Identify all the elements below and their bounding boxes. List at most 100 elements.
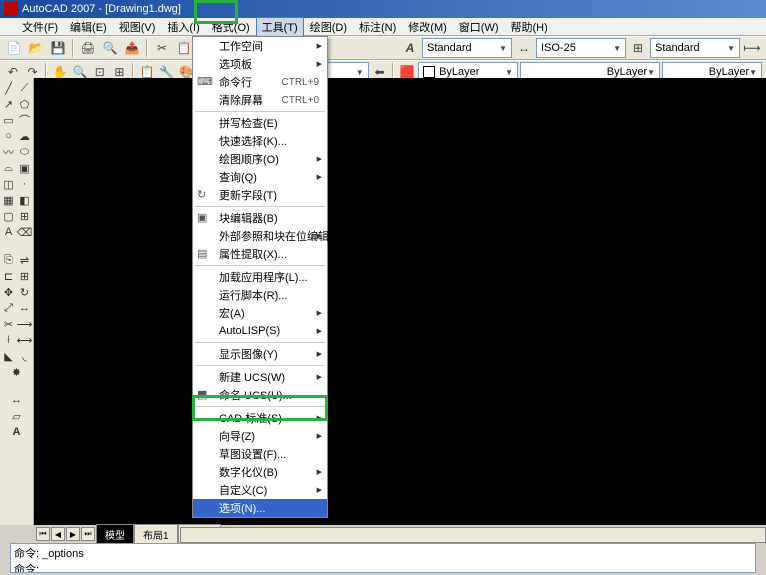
menu-spellcheck[interactable]: 拼写检查(E) xyxy=(193,114,327,132)
rotate-icon[interactable]: ↻ xyxy=(17,284,33,300)
area-icon[interactable]: ▱ xyxy=(9,408,25,424)
menu-bar[interactable]: 文件(F) 编辑(E) 视图(V) 插入(I) 格式(O) 工具(T) 绘图(D… xyxy=(0,18,766,36)
scale-icon[interactable]: ⤢ xyxy=(1,300,17,316)
menu-updatefields[interactable]: ↻更新字段(T) xyxy=(193,186,327,204)
horizontal-scrollbar[interactable] xyxy=(180,527,766,543)
preview-icon[interactable]: 🔍 xyxy=(100,38,120,58)
menu-newucs[interactable]: 新建 UCS(W) xyxy=(193,368,327,386)
menu-tools[interactable]: 工具(T) xyxy=(256,17,304,37)
circle-icon[interactable]: ○ xyxy=(1,128,17,144)
open-icon[interactable]: 📂 xyxy=(26,38,46,58)
menu-options[interactable]: 选项(N)... xyxy=(193,499,327,517)
menu-insert[interactable]: 插入(I) xyxy=(161,17,205,37)
erase-icon[interactable]: ⌫ xyxy=(17,224,33,240)
dim-style-icon[interactable]: ↔ xyxy=(514,38,534,58)
command-line[interactable]: 命令: _options 命令: xyxy=(10,543,756,573)
menu-attrextract[interactable]: ▤属性提取(X)... xyxy=(193,245,327,263)
dist-icon[interactable]: ↔ xyxy=(9,392,25,408)
mirror-tool-icon[interactable]: ⇌ xyxy=(17,252,33,268)
copy-icon[interactable]: 📋 xyxy=(174,38,194,58)
fillet-icon[interactable]: ◟ xyxy=(17,348,33,364)
move-icon[interactable]: ✥ xyxy=(1,284,17,300)
menu-draftsettings[interactable]: 草图设置(F)... xyxy=(193,445,327,463)
menu-macro[interactable]: 宏(A) xyxy=(193,304,327,322)
chamfer-icon[interactable]: ◣ xyxy=(1,348,17,364)
extend-icon[interactable]: ⟶ xyxy=(17,316,33,332)
spline-icon[interactable]: 〰 xyxy=(1,144,17,160)
cut-icon[interactable]: ✂ xyxy=(152,38,172,58)
trim-icon[interactable]: ✂ xyxy=(1,316,17,332)
tab-prev-icon[interactable]: ◀ xyxy=(51,527,65,541)
menu-workspace[interactable]: 工作空间 xyxy=(193,37,327,55)
save-icon[interactable]: 💾 xyxy=(48,38,68,58)
ellarc-icon[interactable]: ⌓ xyxy=(1,160,17,176)
menu-modify[interactable]: 修改(M) xyxy=(402,17,453,37)
style-a-icon[interactable]: A xyxy=(400,38,420,58)
revcloud-icon[interactable]: ☁ xyxy=(17,128,33,144)
menu-wizard[interactable]: 向导(Z) xyxy=(193,427,327,445)
gradient-icon[interactable]: ◧ xyxy=(17,192,33,208)
block-icon[interactable]: ◫ xyxy=(1,176,17,192)
publish-icon[interactable]: 📤 xyxy=(122,38,142,58)
ellipse-icon[interactable]: ⬭ xyxy=(17,144,33,160)
menu-xref[interactable]: 外部参照和块在位编辑 xyxy=(193,227,327,245)
drawing-canvas[interactable] xyxy=(34,78,766,525)
menu-cleanscreen[interactable]: 清除屏幕CTRL+0 xyxy=(193,91,327,109)
menu-dim[interactable]: 标注(N) xyxy=(353,17,402,37)
menu-help[interactable]: 帮助(H) xyxy=(505,17,554,37)
array-icon[interactable]: ⊞ xyxy=(17,268,33,284)
table-style-combo[interactable]: Standard▼ xyxy=(650,38,740,58)
menu-draw[interactable]: 绘图(D) xyxy=(304,17,353,37)
join-icon[interactable]: ⟷ xyxy=(17,332,33,348)
menu-commandline[interactable]: ⌨命令行CTRL+9 xyxy=(193,73,327,91)
menu-format[interactable]: 格式(O) xyxy=(206,17,256,37)
table-style-icon[interactable]: ⊞ xyxy=(628,38,648,58)
region-icon[interactable]: ▢ xyxy=(1,208,17,224)
offset-icon[interactable]: ⊏ xyxy=(1,268,17,284)
dim-style-combo[interactable]: ISO-25▼ xyxy=(536,38,626,58)
menu-runscript[interactable]: 运行脚本(R)... xyxy=(193,286,327,304)
menu-customize[interactable]: 自定义(C) xyxy=(193,481,327,499)
new-icon[interactable]: 📄 xyxy=(4,38,24,58)
insert-icon[interactable]: ▣ xyxy=(17,160,33,176)
hatch-icon[interactable]: ▦ xyxy=(1,192,17,208)
dim-icon[interactable]: ⟼ xyxy=(742,38,762,58)
menu-draworder[interactable]: 绘图顺序(O) xyxy=(193,150,327,168)
tab-first-icon[interactable]: ⏮ xyxy=(36,527,50,541)
point-icon[interactable]: · xyxy=(17,176,33,192)
menu-file[interactable]: 文件(F) xyxy=(16,17,64,37)
menu-blockeditor[interactable]: ▣块编辑器(B) xyxy=(193,209,327,227)
arc-icon[interactable]: ⌒ xyxy=(17,112,33,128)
title-bar: AutoCAD 2007 - [Drawing1.dwg] xyxy=(0,0,766,18)
menu-inquiry[interactable]: 查询(Q) xyxy=(193,168,327,186)
menu-namedu cs[interactable]: ⬒命名 UCS(U)... xyxy=(193,386,327,404)
menu-cadstandards[interactable]: CAD 标准(S) xyxy=(193,409,327,427)
menu-quickselect[interactable]: 快速选择(K)... xyxy=(193,132,327,150)
table-icon[interactable]: ⊞ xyxy=(17,208,33,224)
line-icon[interactable]: ╱ xyxy=(1,80,17,96)
tab-last-icon[interactable]: ⏭ xyxy=(81,527,95,541)
rect-icon[interactable]: ▭ xyxy=(1,112,17,128)
menu-loadapp[interactable]: 加载应用程序(L)... xyxy=(193,268,327,286)
menu-autolisp[interactable]: AutoLISP(S) xyxy=(193,322,327,340)
mtext-icon[interactable]: A xyxy=(1,224,17,240)
menu-view[interactable]: 视图(V) xyxy=(113,17,162,37)
print-icon[interactable]: 🖨 xyxy=(78,38,98,58)
explode-icon[interactable]: ✸ xyxy=(9,364,25,380)
menu-tablet[interactable]: 数字化仪(B) xyxy=(193,463,327,481)
break-icon[interactable]: ⟊ xyxy=(1,332,17,348)
pline-icon[interactable]: ↗ xyxy=(1,96,17,112)
tab-layout1[interactable]: 布局1 xyxy=(134,524,178,545)
menu-edit[interactable]: 编辑(E) xyxy=(64,17,113,37)
polygon-icon[interactable]: ⬠ xyxy=(17,96,33,112)
tab-model[interactable]: 模型 xyxy=(96,524,134,545)
text-style-combo[interactable]: Standard▼ xyxy=(422,38,512,58)
stretch-icon[interactable]: ↔ xyxy=(17,300,33,316)
copy-tool-icon[interactable]: ⎘ xyxy=(1,252,17,268)
menu-displayimage[interactable]: 显示图像(Y) xyxy=(193,345,327,363)
text-tool-icon[interactable]: A xyxy=(9,424,25,440)
tab-next-icon[interactable]: ▶ xyxy=(66,527,80,541)
xline-icon[interactable]: ⟋ xyxy=(17,80,33,96)
menu-palettes[interactable]: 选项板 xyxy=(193,55,327,73)
menu-window[interactable]: 窗口(W) xyxy=(453,17,505,37)
